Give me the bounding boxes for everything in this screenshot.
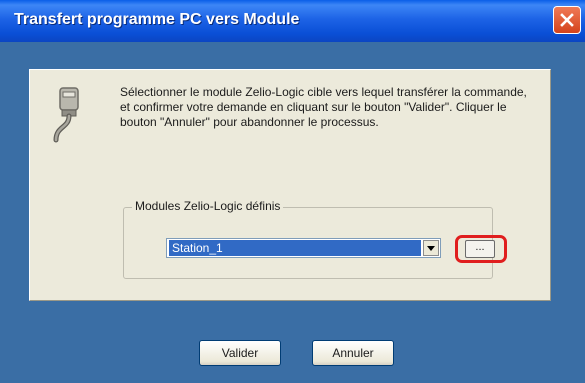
window-title: Transfert programme PC vers Module [14,11,300,28]
cancel-button[interactable]: Annuler [312,340,394,366]
module-select[interactable]: Station_1 [166,238,441,258]
close-icon [560,13,574,27]
validate-button[interactable]: Valider [199,340,281,366]
selected-module: Station_1 [169,240,421,256]
module-groupbox: Modules Zelio-Logic définis Station_1 ..… [123,199,507,279]
content-panel: Sélectionner le module Zelio-Logic cible… [29,69,551,301]
group-label: Modules Zelio-Logic définis [132,199,284,213]
serial-plug-icon [53,87,79,143]
title-bar[interactable]: Transfert programme PC vers Module [0,0,585,42]
transfer-dialog-window: Transfert programme PC vers Module Sélec… [0,0,585,383]
close-button[interactable] [553,6,581,34]
dropdown-button[interactable] [423,240,439,256]
chevron-down-icon [427,246,435,251]
dialog-body: Sélectionner le module Zelio-Logic cible… [5,42,580,378]
instructions-text: Sélectionner le module Zelio-Logic cible… [120,85,527,129]
browse-button[interactable]: ... [465,240,495,258]
